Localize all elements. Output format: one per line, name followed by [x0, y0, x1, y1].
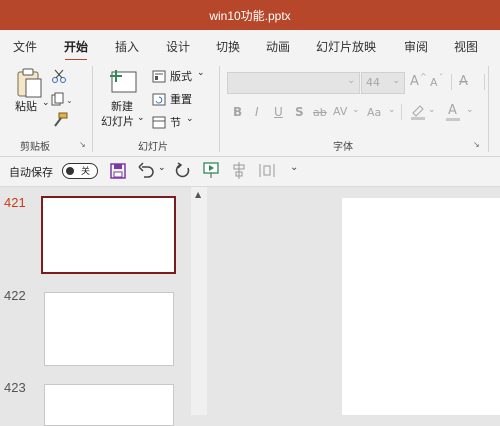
section-button[interactable]: 节	[170, 114, 181, 130]
tab-insert[interactable]: 插入	[115, 38, 139, 55]
slide-number: 423	[4, 380, 26, 395]
svg-text:⌄: ⌄	[66, 96, 73, 105]
change-case-button[interactable]: Aa	[367, 106, 381, 119]
format-painter-icon[interactable]	[52, 112, 68, 132]
toggle-knob	[66, 167, 74, 175]
layout-button[interactable]: 版式	[170, 68, 192, 84]
thumbnail-scrollbar[interactable]: ▲	[191, 187, 207, 415]
slides-group-label: 幻灯片	[138, 142, 168, 153]
shrink-font-caret-icon: ˇ	[439, 73, 443, 82]
character-spacing-button[interactable]: AV	[333, 105, 347, 118]
layout-icon[interactable]	[152, 68, 166, 87]
autosave-toggle[interactable]: 关	[62, 163, 98, 179]
chevron-down-icon: ⌄	[466, 105, 474, 115]
reset-icon[interactable]	[152, 91, 166, 110]
tab-view[interactable]: 视图	[454, 38, 478, 55]
slide-thumbnail-panel: 421 422 423	[0, 187, 210, 426]
slide-number: 422	[4, 288, 26, 303]
slide-thumbnail[interactable]	[44, 384, 174, 426]
slide-thumbnail-selected[interactable]	[41, 196, 176, 274]
font-launcher-icon[interactable]: ↘	[473, 140, 480, 149]
font-color-bar	[446, 118, 460, 121]
divider	[484, 74, 485, 90]
paste-label[interactable]: 粘贴	[15, 98, 37, 114]
start-from-beginning-icon[interactable]	[203, 162, 219, 183]
clear-format-button[interactable]: A	[459, 74, 468, 89]
slide-number: 421	[4, 195, 26, 210]
chevron-down-icon: ⌄	[392, 76, 400, 86]
layout-dropdown-icon[interactable]: ⌄	[197, 68, 205, 78]
divider	[92, 66, 93, 152]
divider	[451, 74, 452, 90]
window-title: win10功能.pptx	[209, 9, 291, 23]
underline-button[interactable]: U	[274, 105, 283, 119]
highlight-icon[interactable]	[410, 103, 426, 124]
paste-dropdown-icon[interactable]: ⌄	[42, 98, 50, 108]
chevron-down-icon: ⌄	[347, 76, 355, 86]
paste-icon	[17, 68, 42, 98]
tab-transitions[interactable]: 切换	[216, 38, 240, 55]
slide-thumbnail[interactable]	[44, 292, 174, 366]
chevron-down-icon: ⌄	[428, 105, 436, 115]
autosave-state: 关	[81, 167, 91, 177]
ribbon: 粘贴 ⌄ ⌄ 剪贴板 ↘ 新建 幻灯片 ⌄ 版式 ⌄ 重置 节 ⌄ 幻灯片 ⌄ …	[0, 60, 500, 157]
cut-icon[interactable]	[52, 68, 66, 87]
copy-icon[interactable]: ⌄	[51, 91, 73, 110]
tab-slideshow[interactable]: 幻灯片放映	[316, 38, 376, 55]
divider	[488, 66, 489, 152]
divider	[219, 66, 220, 152]
font-color-button[interactable]: A	[448, 103, 457, 118]
new-slide-label-1[interactable]: 新建	[111, 98, 133, 114]
align-icon[interactable]	[232, 162, 246, 183]
redo-icon[interactable]	[174, 162, 192, 184]
font-group-label: 字体	[333, 142, 353, 153]
ribbon-tab-bar: 文件 开始 插入 设计 切换 动画 幻灯片放映 审阅 视图	[0, 30, 500, 62]
grow-font-caret-icon: ^	[420, 72, 427, 81]
divider	[401, 104, 402, 120]
chevron-down-icon: ⌄	[352, 105, 360, 115]
new-slide-icon[interactable]	[108, 66, 138, 100]
section-icon[interactable]	[152, 114, 166, 133]
clipboard-launcher-icon[interactable]: ↘	[79, 140, 86, 149]
distribute-icon[interactable]	[259, 162, 275, 183]
grow-font-button[interactable]: A	[410, 74, 419, 89]
strikethrough-button[interactable]: ab	[313, 106, 327, 119]
shrink-font-button[interactable]: A	[430, 76, 438, 89]
undo-icon[interactable]	[138, 162, 156, 182]
scroll-up-icon[interactable]: ▲	[195, 190, 201, 199]
reset-button[interactable]: 重置	[170, 91, 192, 107]
font-size-select[interactable]: 44 ⌄	[361, 72, 405, 94]
clipboard-group-label: 剪贴板	[20, 142, 50, 153]
tab-home[interactable]: 开始	[64, 38, 88, 62]
new-slide-label-2[interactable]: 幻灯片	[101, 113, 134, 129]
italic-button[interactable]: I	[255, 105, 259, 119]
font-size-value: 44	[366, 76, 380, 89]
tab-review[interactable]: 审阅	[404, 38, 428, 55]
tab-animations[interactable]: 动画	[266, 38, 290, 55]
font-name-select[interactable]: ⌄	[227, 72, 360, 94]
slide-canvas[interactable]	[342, 198, 500, 415]
save-icon[interactable]	[110, 163, 126, 183]
chevron-down-icon: ⌄	[388, 105, 396, 115]
tab-design[interactable]: 设计	[166, 38, 190, 55]
bold-button[interactable]: B	[233, 105, 242, 119]
title-bar: win10功能.pptx	[0, 0, 500, 30]
tab-file[interactable]: 文件	[13, 38, 37, 55]
undo-dropdown-icon[interactable]: ⌄	[158, 163, 166, 173]
section-dropdown-icon[interactable]: ⌄	[186, 114, 194, 124]
new-slide-dropdown-icon[interactable]: ⌄	[137, 113, 145, 123]
customize-toolbar-icon[interactable]: ⌄	[290, 162, 298, 173]
quick-access-toolbar: 自动保存 关 ⌄ ⌄	[0, 157, 500, 187]
autosave-label: 自动保存	[9, 166, 53, 179]
shadow-button[interactable]: S	[295, 105, 304, 119]
